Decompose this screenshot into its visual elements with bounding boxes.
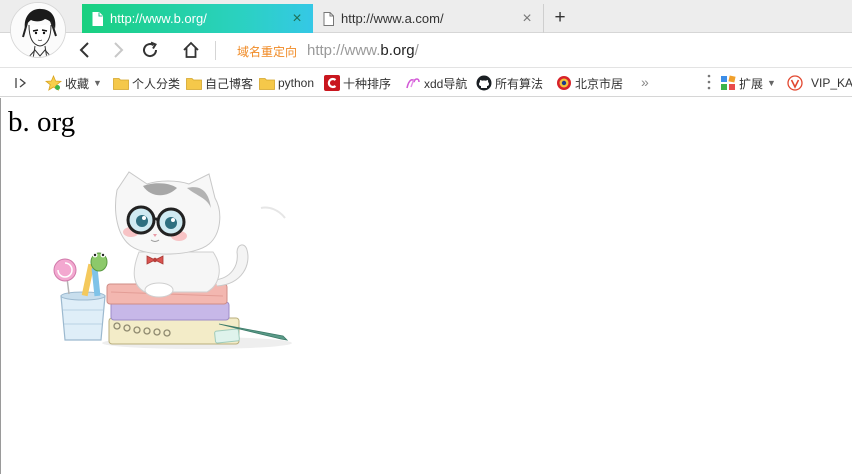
xdd-icon <box>406 78 420 89</box>
tab-b-org[interactable]: http://www.b.org/ × <box>82 4 313 33</box>
bookmark-label: xdd导航 <box>424 76 468 91</box>
bookmark-xdd-nav[interactable]: xdd导航 <box>405 74 467 92</box>
bookmark-label: 个人分类 <box>132 76 181 91</box>
folder-icon <box>259 77 275 90</box>
csdn-icon <box>324 75 340 91</box>
bookmark-label: 十种排序 <box>343 76 392 91</box>
back-arrow-icon <box>79 42 89 58</box>
user-avatar[interactable] <box>10 2 66 58</box>
reload-button[interactable] <box>139 39 161 61</box>
extensions-grid-icon <box>721 75 736 90</box>
bookmark-label: VIP_KA <box>811 76 852 90</box>
vip-v-icon <box>787 75 803 91</box>
page-content: b. org <box>0 98 852 474</box>
tab-close-button[interactable]: × <box>519 10 535 27</box>
page-icon <box>92 11 103 26</box>
extensions-label: 扩展 <box>739 76 764 91</box>
bookmark-label: 所有算法 <box>495 76 544 91</box>
extensions-button[interactable]: 扩展 ▼ <box>720 74 776 92</box>
bookmark-folder-own-blog[interactable]: 自己博客 <box>186 74 253 92</box>
avatar-sketch-icon <box>11 3 65 57</box>
folder-icon <box>186 77 202 90</box>
bookmark-folder-personal-categories[interactable]: 个人分类 <box>113 74 180 92</box>
back-button[interactable] <box>74 39 96 61</box>
url-host: b.org <box>380 41 415 59</box>
bookmarks-bar: 收藏 ▼ 个人分类 自己博客 python 十种排序 xdd导航 所有算法 北京… <box>0 68 852 97</box>
forward-button[interactable] <box>107 39 129 61</box>
bookmark-beijing-residence[interactable]: 北京市居 <box>556 74 623 92</box>
page-icon <box>323 11 334 26</box>
vertical-dots-icon[interactable] <box>706 73 712 91</box>
navigation-bar: 域名重定向 http://www. b.org / <box>0 33 852 68</box>
new-tab-button[interactable]: + <box>551 7 569 29</box>
star-icon <box>45 75 62 91</box>
cat-with-glasses-illustration <box>53 171 292 349</box>
bookmark-favorites[interactable]: 收藏 ▼ <box>45 74 102 92</box>
bookmark-label: 北京市居 <box>575 76 624 91</box>
reload-icon <box>143 41 158 58</box>
folder-icon <box>113 77 129 90</box>
tab-strip: http://www.b.org/ × http://www.a.com/ × … <box>0 0 852 33</box>
sidebar-toggle-icon <box>15 78 27 88</box>
github-icon <box>476 75 492 91</box>
nav-separator <box>215 41 216 60</box>
bookmark-all-algorithms[interactable]: 所有算法 <box>476 74 543 92</box>
chevron-down-icon: ▼ <box>93 78 102 88</box>
police-badge-icon <box>557 76 571 90</box>
tab-a-com[interactable]: http://www.a.com/ × <box>313 4 544 33</box>
bookmark-vip[interactable]: VIP_KA <box>787 74 852 92</box>
page-heading: b. org <box>8 106 76 138</box>
address-bar[interactable]: http://www. b.org / <box>307 40 827 60</box>
bookmark-label: 自己博客 <box>205 76 254 91</box>
sidebar-toggle-button[interactable] <box>14 74 31 92</box>
bookmark-label: 收藏 <box>65 76 90 91</box>
bookmark-label: python <box>278 76 315 90</box>
url-suffix: / <box>414 41 419 59</box>
tab-title: http://www.a.com/ <box>341 11 444 26</box>
chevron-down-icon: ▼ <box>767 78 776 88</box>
more-bookmarks-button[interactable]: » <box>641 74 649 90</box>
redirect-label: 域名重定向 <box>237 45 298 59</box>
tab-close-button[interactable]: × <box>289 10 305 27</box>
url-prefix: http://www. <box>307 41 381 59</box>
forward-arrow-icon <box>114 42 124 58</box>
bookmark-folder-python[interactable]: python <box>259 74 314 92</box>
tab-title: http://www.b.org/ <box>110 11 207 26</box>
home-icon <box>183 41 199 58</box>
home-button[interactable] <box>180 39 202 61</box>
bookmark-ten-sorts[interactable]: 十种排序 <box>324 74 391 92</box>
